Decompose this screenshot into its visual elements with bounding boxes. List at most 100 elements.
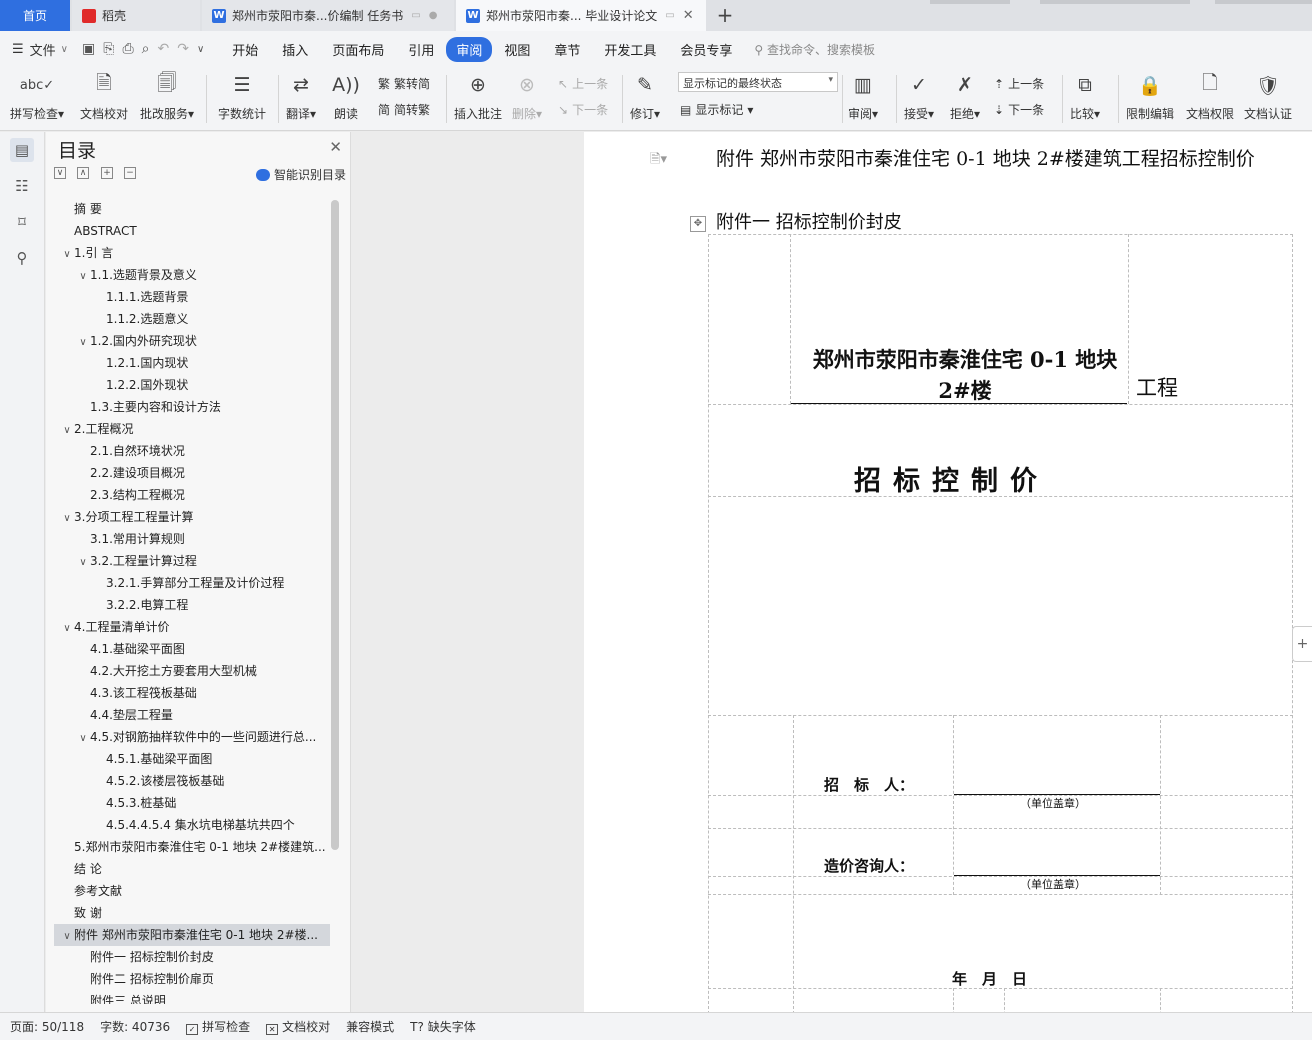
toc-item[interactable]: 参考文献 [46, 880, 331, 902]
redo-icon[interactable]: ↷ [177, 41, 189, 57]
read-aloud-button[interactable]: A)) 朗读 [332, 71, 360, 127]
bookmark-icon[interactable]: ⌑ [10, 210, 34, 234]
tab-home[interactable]: 首页 [0, 0, 70, 31]
tab-document-task[interactable]: W 郑州市荥阳市秦...价编制 任务书 ▭ ● [202, 0, 454, 31]
word-count-button[interactable]: ☰ 字数统计 [218, 71, 266, 127]
track-changes-button[interactable]: ✎ 修订▾ [630, 71, 660, 127]
toc-item[interactable]: 4.2.大开挖土方要套用大型机械 [46, 660, 331, 682]
toc-item[interactable]: 1.1.2.选题意义 [46, 308, 331, 330]
chevron-down-icon[interactable]: ∨ [60, 508, 74, 528]
batch-service-button[interactable]: 🗐 批改服务▾ [140, 71, 194, 127]
spell-check-status[interactable]: ✓ 拼写检查 [186, 1018, 250, 1035]
smart-toc-button[interactable]: 智能识别目录 [255, 166, 346, 183]
expand-up-icon[interactable]: ∧ [77, 167, 89, 179]
toc-item[interactable]: 附件一 招标控制价封皮 [46, 946, 331, 968]
command-search[interactable]: ⚲ 查找命令、搜索模板 [754, 41, 875, 58]
proofread-status[interactable]: ✕ 文档校对 [266, 1018, 330, 1035]
toc-item[interactable]: 4.5.3.桩基础 [46, 792, 331, 814]
chevron-down-icon[interactable]: ∨ [76, 266, 90, 286]
toc-item[interactable]: ∨ 4.5.对钢筋抽样软件中的一些问题进行总... [46, 726, 331, 748]
outline-icon[interactable]: ☷ [10, 174, 34, 198]
chevron-down-icon[interactable]: ∨ [76, 728, 90, 748]
toc-panel-icon[interactable]: ▤ [10, 138, 34, 162]
toc-item[interactable]: 附件二 招标控制价扉页 [46, 968, 331, 990]
delete-comment-button[interactable]: ⊗ 删除▾ [512, 71, 542, 127]
toc-item[interactable]: ∨ 1.引 言 [46, 242, 331, 264]
toc-item[interactable]: 附件三 总说明 [46, 990, 331, 1004]
toc-item[interactable]: 2.3.结构工程概况 [46, 484, 331, 506]
menu-devtools[interactable]: 开发工具 [592, 40, 668, 59]
toc-item[interactable]: 2.2.建设项目概况 [46, 462, 331, 484]
menu-review[interactable]: 审阅 [446, 36, 493, 62]
save-icon[interactable]: ▣ [82, 41, 95, 57]
insert-comment-button[interactable]: ⊕ 插入批注 [454, 71, 502, 127]
toc-item[interactable]: 1.3.主要内容和设计方法 [46, 396, 331, 418]
toc-item[interactable]: 4.5.4.4.5.4 集水坑电梯基坑共四个 [46, 814, 331, 836]
proofread-button[interactable]: 🗎 文档校对 [80, 71, 128, 127]
toc-item[interactable]: ABSTRACT [46, 220, 331, 242]
toc-item[interactable]: 结 论 [46, 858, 331, 880]
compare-button[interactable]: ⧉ 比较▾ [1070, 71, 1100, 127]
next-comment-button[interactable]: ↘ 下一条 [558, 101, 608, 118]
toc-item[interactable]: ∨ 4.工程量清单计价 [46, 616, 331, 638]
new-tab-button[interactable]: + [712, 3, 738, 27]
search-icon[interactable]: ⚲ [10, 246, 34, 270]
preview-icon[interactable]: ⌕ [142, 41, 150, 57]
restrict-edit-button[interactable]: 🔒 限制编辑 [1126, 71, 1174, 127]
missing-font[interactable]: T? 缺失字体 [410, 1018, 476, 1035]
toc-item[interactable]: 4.5.1.基础梁平面图 [46, 748, 331, 770]
toc-item[interactable]: 5.郑州市荥阳市秦淮住宅 0-1 地块 2#楼建筑... [46, 836, 331, 858]
next-change-button[interactable]: ⇣ 下一条 [994, 101, 1044, 118]
chevron-down-icon[interactable]: ∨ [60, 420, 74, 440]
reject-button[interactable]: ✗ 拒绝▾ [950, 71, 980, 127]
document-icon[interactable]: 🗎▾ [650, 150, 667, 172]
menu-start[interactable]: 开始 [220, 40, 270, 59]
word-count[interactable]: 字数: 40736 [100, 1018, 170, 1035]
toc-item[interactable]: 1.2.2.国外现状 [46, 374, 331, 396]
remove-item-icon[interactable]: − [124, 167, 136, 179]
trad-to-simp-button[interactable]: 繁繁转简 [378, 75, 430, 92]
toc-item[interactable]: 3.1.常用计算规则 [46, 528, 331, 550]
chevron-down-icon[interactable]: ∨ [60, 926, 74, 946]
toc-item[interactable]: 4.1.基础梁平面图 [46, 638, 331, 660]
toc-item[interactable]: 2.1.自然环境状况 [46, 440, 331, 462]
tab-daoke[interactable]: 稻壳 [72, 0, 200, 31]
review-pane-button[interactable]: ▥ 审阅▾ [848, 71, 878, 127]
close-icon[interactable]: ✕ [683, 8, 694, 23]
chevron-down-icon[interactable]: ∨ [60, 618, 74, 638]
chevron-down-icon[interactable]: ∨ [60, 244, 74, 264]
menu-chapter[interactable]: 章节 [542, 40, 592, 59]
document-page[interactable]: 🗎▾ 附件 郑州市荥阳市秦淮住宅 0-1 地块 2#楼建筑工程招标控制价 ✥ 附… [584, 132, 1312, 1012]
toc-item[interactable]: ∨ 3.2.工程量计算过程 [46, 550, 331, 572]
menu-layout[interactable]: 页面布局 [320, 40, 396, 59]
toc-item[interactable]: 摘 要 [46, 198, 331, 220]
toc-item[interactable]: 4.3.该工程筏板基础 [46, 682, 331, 704]
accept-button[interactable]: ✓ 接受▾ [904, 71, 934, 127]
toc-item[interactable]: ∨ 1.2.国内外研究现状 [46, 330, 331, 352]
toc-item[interactable]: 致 谢 [46, 902, 331, 924]
table-move-icon[interactable]: ✥ [690, 216, 706, 232]
toc-item[interactable]: 4.5.2.该楼层筏板基础 [46, 770, 331, 792]
simp-to-trad-button[interactable]: 简简转繁 [378, 101, 430, 118]
prev-change-button[interactable]: ⇡ 上一条 [994, 75, 1044, 92]
toc-item[interactable]: 1.2.1.国内现状 [46, 352, 331, 374]
toc-item[interactable]: 1.1.1.选题背景 [46, 286, 331, 308]
page-indicator[interactable]: 页面: 50/118 [10, 1018, 84, 1035]
toc-scrollbar[interactable] [331, 200, 339, 850]
prev-comment-button[interactable]: ↖ 上一条 [558, 75, 608, 92]
undo-icon[interactable]: ↶ [157, 41, 169, 57]
compat-mode[interactable]: 兼容模式 [346, 1018, 394, 1035]
markup-state-select[interactable]: 显示标记的最终状态 ▾ [678, 72, 838, 92]
toc-item[interactable]: 3.2.2.电算工程 [46, 594, 331, 616]
print-icon[interactable]: ⎙ [122, 41, 133, 57]
translate-button[interactable]: ⇄ 翻译▾ [286, 71, 316, 127]
toc-item[interactable]: 3.2.1.手算部分工程量及计价过程 [46, 572, 331, 594]
toc-item[interactable]: ∨ 3.分项工程工程量计算 [46, 506, 331, 528]
spell-check-button[interactable]: abc✓ 拼写检查▾ [10, 71, 64, 127]
menu-reference[interactable]: 引用 [396, 40, 446, 59]
doc-certify-button[interactable]: 🛡 文档认证 [1244, 71, 1292, 127]
toc-item[interactable]: ∨ 附件 郑州市荥阳市秦淮住宅 0-1 地块 2#楼... [54, 924, 330, 946]
monitor-icon[interactable]: ▭ [665, 10, 674, 21]
show-markup-button[interactable]: ▤ 显示标记 ▾ [680, 101, 753, 118]
toc-item[interactable]: ∨ 2.工程概况 [46, 418, 331, 440]
